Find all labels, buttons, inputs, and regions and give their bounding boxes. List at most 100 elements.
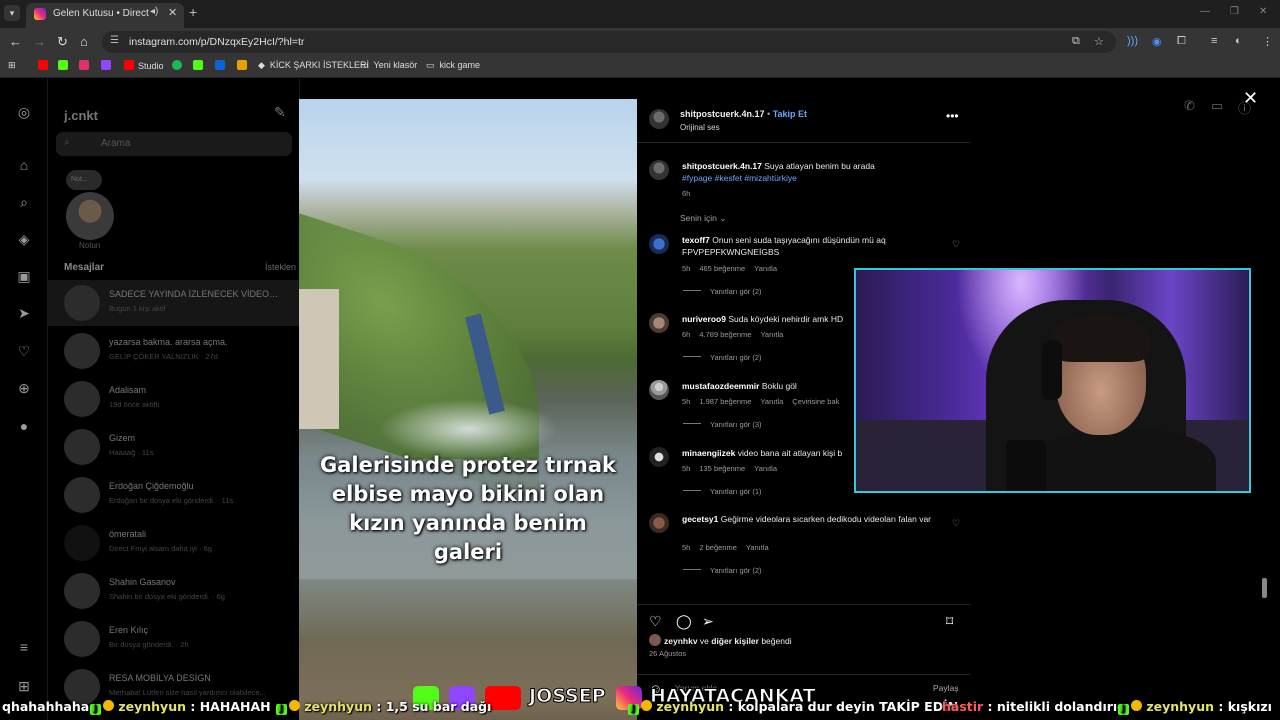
bookmark-spotify[interactable] — [172, 60, 186, 71]
comment-user[interactable]: nuriveroo9 — [682, 314, 726, 324]
speaker-icon[interactable]: ◂) — [150, 6, 158, 17]
extension-icon[interactable]: ))) — [1127, 35, 1138, 47]
home-icon[interactable]: ⌂ — [80, 34, 88, 49]
page-scrollbar[interactable] — [1262, 578, 1267, 598]
reels-icon[interactable]: ▣ — [14, 268, 34, 288]
search-input[interactable]: ⌕ Arama — [56, 132, 292, 156]
commenter-avatar[interactable] — [649, 313, 669, 333]
search-icon[interactable]: ⌕ — [14, 194, 34, 214]
comment-sort-dropdown[interactable]: Senin için ⌄ — [680, 213, 726, 224]
commenter-avatar[interactable] — [649, 447, 669, 467]
author-username[interactable]: shitpostcuerk.4n.17 — [680, 109, 765, 119]
thread-item[interactable]: Eren Kılıç Bir dosya gönderdi. · 2h — [48, 616, 300, 662]
bookmark-star-icon[interactable]: ☆ — [1094, 35, 1104, 48]
bookmark-outlook[interactable] — [215, 60, 229, 71]
author-avatar[interactable] — [649, 109, 669, 129]
comment-icon[interactable]: ◯ — [676, 613, 692, 630]
comment-like-icon[interactable]: ♡ — [952, 518, 960, 529]
reply-button[interactable]: Yanıtla — [746, 543, 769, 552]
bookmark-twitch[interactable] — [101, 60, 115, 71]
apps-icon[interactable]: ⊞ — [8, 60, 16, 71]
comment-user[interactable]: mustafaozdeemmir — [682, 381, 759, 391]
commenter-avatar[interactable] — [649, 234, 669, 254]
audio-call-icon[interactable]: ✆ — [1184, 98, 1195, 114]
close-tab-icon[interactable]: ✕ — [168, 6, 177, 19]
extension-shield-icon[interactable]: ◉ — [1152, 35, 1162, 48]
thread-item[interactable]: Erdoğan Çiğdemoğlu Erdoğan bir dosya eki … — [48, 472, 300, 518]
comment-likes[interactable]: 1.987 beğenme — [699, 397, 751, 406]
compose-icon[interactable]: ✎ — [274, 104, 286, 121]
view-replies[interactable]: Yanıtları gör (2) — [683, 566, 762, 575]
caption-hashtags[interactable]: #fypage #kesfet #mizahtürkiye — [682, 173, 797, 183]
create-icon[interactable]: ⊕ — [14, 380, 34, 400]
author-avatar[interactable] — [649, 160, 669, 180]
caption-author[interactable]: shitpostcuerk.4n.17 — [682, 161, 762, 171]
view-replies[interactable]: Yanıtları gör (2) — [683, 353, 762, 362]
reload-icon[interactable]: ↻ — [57, 34, 68, 50]
comment-likes[interactable]: 465 beğenme — [699, 264, 745, 273]
maximize-icon[interactable]: ❐ — [1230, 6, 1239, 17]
comment-likes[interactable]: 2 beğenme — [699, 543, 737, 552]
liked-by-others[interactable]: diğer kişiler — [711, 636, 759, 646]
reply-button[interactable]: Yanıtla — [754, 264, 777, 273]
bookmark-instagram[interactable] — [79, 60, 93, 71]
instagram-logo-icon[interactable]: ◎ — [14, 104, 34, 124]
view-replies[interactable]: Yanıtları gör (1) — [683, 487, 762, 496]
home-icon[interactable]: ⌂ — [14, 157, 34, 177]
thread-item[interactable]: yazarsa bakma. ararsa açma. GELİP ÇÖKER Y… — [48, 328, 300, 374]
thread-item[interactable]: Gizem Haaaağ · 11s — [48, 424, 300, 470]
bookmark-kick-requests[interactable]: ◆ KİCK ŞARKI İSTEKLERİ — [258, 60, 369, 71]
view-replies[interactable]: Yanıtları gör (3) — [683, 420, 762, 429]
bookmark-studio[interactable]: Studio — [124, 60, 164, 71]
reply-button[interactable]: Yanıtla — [760, 330, 783, 339]
thread-item[interactable]: SADECE YAYINDA İZLENECEK VİDEOL... Bugün … — [48, 280, 300, 326]
video-call-icon[interactable]: ▭ — [1211, 98, 1223, 114]
back-icon[interactable]: ← — [9, 34, 22, 49]
bookmark-folder-kickgame[interactable]: ▭ kick game — [426, 60, 480, 71]
comment-user[interactable]: minaengiizek — [682, 448, 735, 458]
comment-like-icon[interactable]: ♡ — [952, 239, 960, 250]
audio-label[interactable]: Orijinal ses — [680, 123, 720, 132]
requests-link[interactable]: İsteklen — [265, 262, 296, 272]
reply-button[interactable]: Yanıtla — [760, 397, 783, 406]
comment-user[interactable]: gecetsy1 — [682, 514, 718, 524]
bookmark-kick-2[interactable] — [193, 60, 207, 71]
minimize-icon[interactable]: — — [1200, 6, 1210, 17]
share-send-icon[interactable]: ➢ — [702, 613, 714, 630]
close-modal-icon[interactable]: ✕ — [1243, 88, 1258, 109]
comment-user[interactable]: texoff7 — [682, 235, 710, 245]
media-icon[interactable]: ≡ — [1211, 35, 1217, 47]
reel-video[interactable]: Galerisinde protez tırnak elbise mayo bi… — [299, 99, 637, 720]
follow-button[interactable]: Takip Et — [773, 109, 807, 119]
profile-icon[interactable]: ◐ — [1235, 35, 1242, 47]
account-username[interactable]: j.cnkt — [64, 108, 98, 123]
save-bookmark-icon[interactable]: ⌑ — [946, 613, 953, 630]
post-comment-button[interactable]: Paylaş — [933, 683, 959, 693]
more-options-icon[interactable]: ••• — [946, 109, 959, 123]
bookmark-kick[interactable] — [58, 60, 72, 71]
like-heart-icon[interactable]: ♡ — [649, 613, 662, 630]
note-bubble[interactable]: Not... — [66, 170, 102, 190]
comment-likes[interactable]: 4.789 beğenme — [699, 330, 751, 339]
comment-likes[interactable]: 135 beğenme — [699, 464, 745, 473]
translate-button[interactable]: Çevirisine bak — [792, 397, 839, 406]
liked-by-user[interactable]: zeynhkv — [664, 636, 698, 646]
new-tab-icon[interactable]: + — [189, 4, 197, 20]
bookmark-folder-new[interactable]: ▭ Yeni klasör — [360, 60, 417, 71]
tab-list-icon[interactable]: ▾ — [4, 5, 20, 21]
messages-icon[interactable]: ➤ — [14, 305, 34, 325]
thread-item[interactable]: Adalisam 19d önce aktifti — [48, 376, 300, 422]
address-bar[interactable]: ☰ instagram.com/p/DNzqxEy2HcI/?hl=tr ⧉ ☆ — [102, 31, 1116, 53]
reply-button[interactable]: Yanıtla — [754, 464, 777, 473]
bookmark-other[interactable] — [237, 60, 251, 71]
profile-avatar-icon[interactable]: ● — [14, 418, 34, 438]
menu-icon[interactable]: ⋮ — [1262, 35, 1273, 48]
note-avatar[interactable] — [66, 192, 114, 240]
install-icon[interactable]: ⧉ — [1072, 35, 1080, 48]
view-replies[interactable]: Yanıtları gör (2) — [683, 287, 762, 296]
more-menu-icon[interactable]: ≡ — [14, 639, 34, 659]
commenter-avatar[interactable] — [649, 513, 669, 533]
forward-icon[interactable]: → — [33, 34, 46, 49]
commenter-avatar[interactable] — [649, 380, 669, 400]
bookmark-youtube[interactable] — [38, 60, 52, 71]
